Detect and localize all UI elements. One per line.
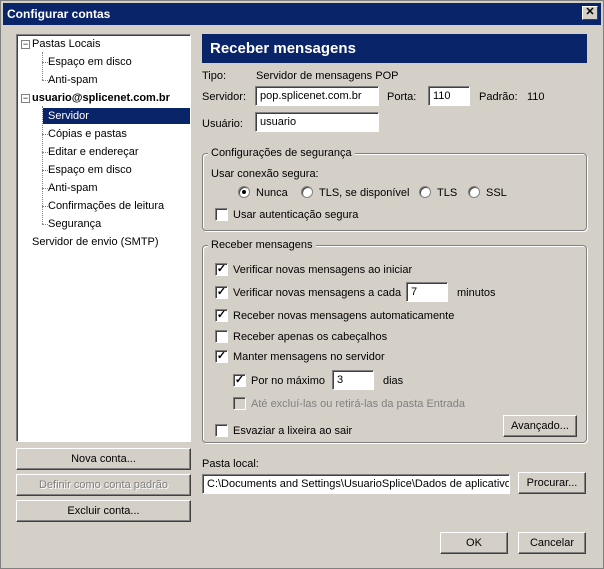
default-port-value: 110 — [527, 91, 545, 103]
ok-button[interactable]: OK — [440, 532, 508, 554]
server-field[interactable]: pop.splicenet.com.br — [255, 86, 379, 106]
check-every-checkbox[interactable]: ✓ — [215, 286, 228, 299]
type-value: Servidor de mensagens POP — [256, 70, 399, 82]
radio-ssl[interactable] — [468, 186, 480, 198]
tree-item-return-receipts[interactable]: Confirmações de leitura — [48, 198, 164, 214]
user-label: Usuário: — [202, 118, 243, 130]
advanced-button[interactable]: Avançado... — [503, 415, 577, 437]
secure-auth-checkbox[interactable] — [215, 208, 228, 221]
tree-item-disk-space-local[interactable]: Espaço em disco — [48, 54, 132, 70]
max-days-label[interactable]: Por no máximo — [251, 374, 325, 388]
port-field[interactable]: 110 — [428, 86, 470, 106]
check-every-label[interactable]: Verificar novas mensagens a cada — [233, 286, 401, 300]
close-icon[interactable]: ✕ — [582, 6, 598, 20]
auto-download-label[interactable]: Receber novas mensagens automaticamente — [233, 309, 454, 323]
default-port-label: Padrão: — [479, 91, 518, 103]
collapse-account-icon[interactable]: − — [21, 94, 30, 103]
tree-item-copies-folders[interactable]: Cópias e pastas — [48, 126, 127, 142]
check-on-start-label[interactable]: Verificar novas mensagens ao iniciar — [233, 263, 412, 277]
new-account-button[interactable]: Nova conta... — [16, 448, 191, 470]
leave-on-server-label[interactable]: Manter mensagens no servidor — [233, 350, 385, 364]
local-folder-field[interactable]: C:\Documents and Settings\UsuarioSplice\… — [202, 474, 510, 494]
account-settings-window: Configurar contas ✕ − Pastas Locais Espa… — [0, 0, 604, 569]
radio-never-label[interactable]: Nunca — [256, 186, 288, 200]
empty-trash-checkbox[interactable] — [215, 424, 228, 437]
tree-item-smtp[interactable]: Servidor de envio (SMTP) — [32, 234, 159, 250]
account-tree[interactable]: − Pastas Locais Espaço em disco Anti-spa… — [16, 34, 191, 442]
type-label: Tipo: — [202, 70, 227, 82]
tree-item-compose-addressing[interactable]: Editar e endereçar — [48, 144, 139, 160]
max-days-field[interactable]: 3 — [332, 370, 374, 390]
empty-trash-label[interactable]: Esvaziar a lixeira ao sair — [233, 424, 352, 438]
secure-connection-label: Usar conexão segura: — [211, 168, 319, 180]
headers-only-checkbox[interactable] — [215, 330, 228, 343]
check-on-start-checkbox[interactable]: ✓ — [215, 263, 228, 276]
port-label: Porta: — [387, 91, 417, 103]
auto-download-checkbox[interactable]: ✓ — [215, 309, 228, 322]
until-deleted-label[interactable]: Até excluí-las ou retirá-las da pasta En… — [251, 397, 465, 411]
cancel-button[interactable]: Cancelar — [518, 532, 586, 554]
security-group-title: Configurações de segurança — [208, 146, 355, 160]
tree-item-account[interactable]: usuario@splicenet.com.br — [32, 90, 170, 106]
server-label: Servidor: — [202, 91, 247, 103]
window-title: Configurar contas — [7, 7, 111, 21]
tree-item-disk-space[interactable]: Espaço em disco — [48, 162, 132, 178]
secure-auth-label[interactable]: Usar autenticação segura — [233, 208, 358, 222]
tree-item-server[interactable]: Servidor — [43, 108, 190, 124]
user-field[interactable]: usuario — [255, 112, 379, 132]
tree-item-security[interactable]: Segurança — [48, 216, 101, 232]
headers-only-label[interactable]: Receber apenas os cabeçalhos — [233, 330, 387, 344]
leave-on-server-checkbox[interactable]: ✓ — [215, 350, 228, 363]
tree-line — [42, 52, 43, 80]
radio-tls-if-available[interactable] — [301, 186, 313, 198]
until-deleted-checkbox[interactable] — [233, 397, 246, 410]
days-label: dias — [383, 375, 404, 387]
radio-tls[interactable] — [419, 186, 431, 198]
tree-item-anti-spam[interactable]: Anti-spam — [48, 180, 98, 196]
minutes-label: minutos — [457, 287, 496, 299]
collapse-local-folders-icon[interactable]: − — [21, 40, 30, 49]
page-title: Receber mensagens — [202, 34, 587, 63]
receive-group-title: Receber mensagens — [208, 238, 316, 252]
check-interval-field[interactable]: 7 — [406, 282, 448, 302]
delete-account-button[interactable]: Excluir conta... — [16, 500, 191, 522]
radio-tls-if-available-label[interactable]: TLS, se disponível — [319, 186, 410, 200]
radio-never[interactable] — [238, 186, 250, 198]
radio-tls-label[interactable]: TLS — [437, 186, 457, 200]
radio-ssl-label[interactable]: SSL — [486, 186, 507, 200]
max-days-checkbox[interactable]: ✓ — [233, 374, 246, 387]
tree-item-local-folders[interactable]: Pastas Locais — [32, 36, 100, 52]
browse-button[interactable]: Procurar... — [518, 472, 586, 494]
local-folder-label: Pasta local: — [202, 458, 259, 470]
tree-item-anti-spam-local[interactable]: Anti-spam — [48, 72, 98, 88]
set-default-button[interactable]: Definir como conta padrão — [16, 474, 191, 496]
title-bar: Configurar contas ✕ — [3, 3, 601, 25]
